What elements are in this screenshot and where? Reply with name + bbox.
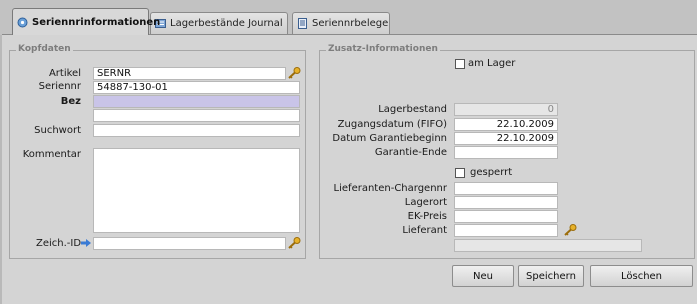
tab-seriennrinformationen[interactable]: Seriennrinformationen — [12, 8, 160, 35]
document-icon — [298, 18, 307, 29]
neu-button[interactable]: Neu — [452, 265, 514, 287]
ekpreis-field[interactable] — [454, 210, 558, 223]
seriennr-field[interactable]: 54887-130-01 — [93, 81, 300, 94]
tab-label: Lagerbestände Journal — [170, 18, 283, 29]
lagerort-field[interactable] — [454, 196, 558, 209]
gesperrt-checkbox[interactable] — [455, 168, 465, 178]
kopfdaten-title: Kopfdaten — [16, 44, 73, 54]
am-lager-checkbox[interactable] — [455, 59, 465, 69]
bez-field[interactable] — [93, 95, 300, 108]
zeichid-label: Zeich.-ID — [36, 238, 82, 249]
tab-bar: Seriennrinformationen Lagerbestände Jour… — [0, 0, 697, 35]
am-lager-label: am Lager — [468, 58, 516, 69]
tab-lagerbestaende-journal[interactable]: Lagerbestände Journal — [150, 12, 288, 34]
tab-label: Seriennrbelege — [312, 18, 389, 29]
gesperrt-label: gesperrt — [470, 167, 513, 178]
lagerbestand-label: Lagerbestand — [378, 104, 447, 115]
artikel-label: Artikel — [48, 68, 81, 79]
garantiebeginn-label: Datum Garantiebeginn — [332, 133, 447, 144]
lieferant-name-field — [454, 239, 642, 252]
zugangsdatum-label: Zugangsdatum (FIFO) — [337, 119, 447, 130]
bez2-field[interactable] — [93, 109, 300, 122]
bez-label: Bez — [60, 96, 81, 107]
chargennr-field[interactable] — [454, 182, 558, 195]
garantieende-label: Garantie-Ende — [374, 147, 447, 158]
artikel-field[interactable]: SERNR — [93, 67, 286, 80]
tab-label: Seriennrinformationen — [32, 16, 161, 28]
suchwort-field[interactable] — [93, 124, 300, 137]
speichern-button[interactable]: Speichern — [518, 265, 584, 287]
kommentar-label: Kommentar — [22, 149, 81, 160]
garantieende-field[interactable] — [454, 146, 558, 159]
garantiebeginn-field[interactable]: 22.10.2009 — [454, 132, 558, 145]
key-lookup-icon[interactable] — [563, 224, 577, 236]
key-lookup-icon[interactable] — [287, 67, 301, 79]
key-lookup-icon[interactable] — [287, 237, 301, 249]
tab-seriennrbelege[interactable]: Seriennrbelege — [292, 12, 390, 34]
lieferant-field[interactable] — [454, 224, 558, 237]
lagerort-label: Lagerort — [404, 197, 447, 208]
serial-info-icon — [17, 17, 28, 27]
kommentar-textarea[interactable] — [93, 148, 300, 233]
arrow-right-icon[interactable] — [81, 239, 91, 247]
lieferant-label: Lieferant — [402, 225, 447, 236]
tab-content-panel: Kopfdaten Artikel SERNR Seriennr 54887-1… — [2, 34, 697, 304]
loeschen-button[interactable]: Löschen — [590, 265, 693, 287]
zusatz-title: Zusatz-Informationen — [326, 44, 440, 54]
chargennr-label: Lieferanten-Chargennr — [333, 183, 447, 194]
seriennr-label: Seriennr — [38, 81, 81, 92]
zeichid-field[interactable] — [93, 237, 286, 250]
suchwort-label: Suchwort — [34, 125, 81, 136]
zugangsdatum-field[interactable]: 22.10.2009 — [454, 118, 558, 131]
ekpreis-label: EK-Preis — [407, 211, 447, 222]
lagerbestand-field: 0 — [454, 103, 558, 116]
